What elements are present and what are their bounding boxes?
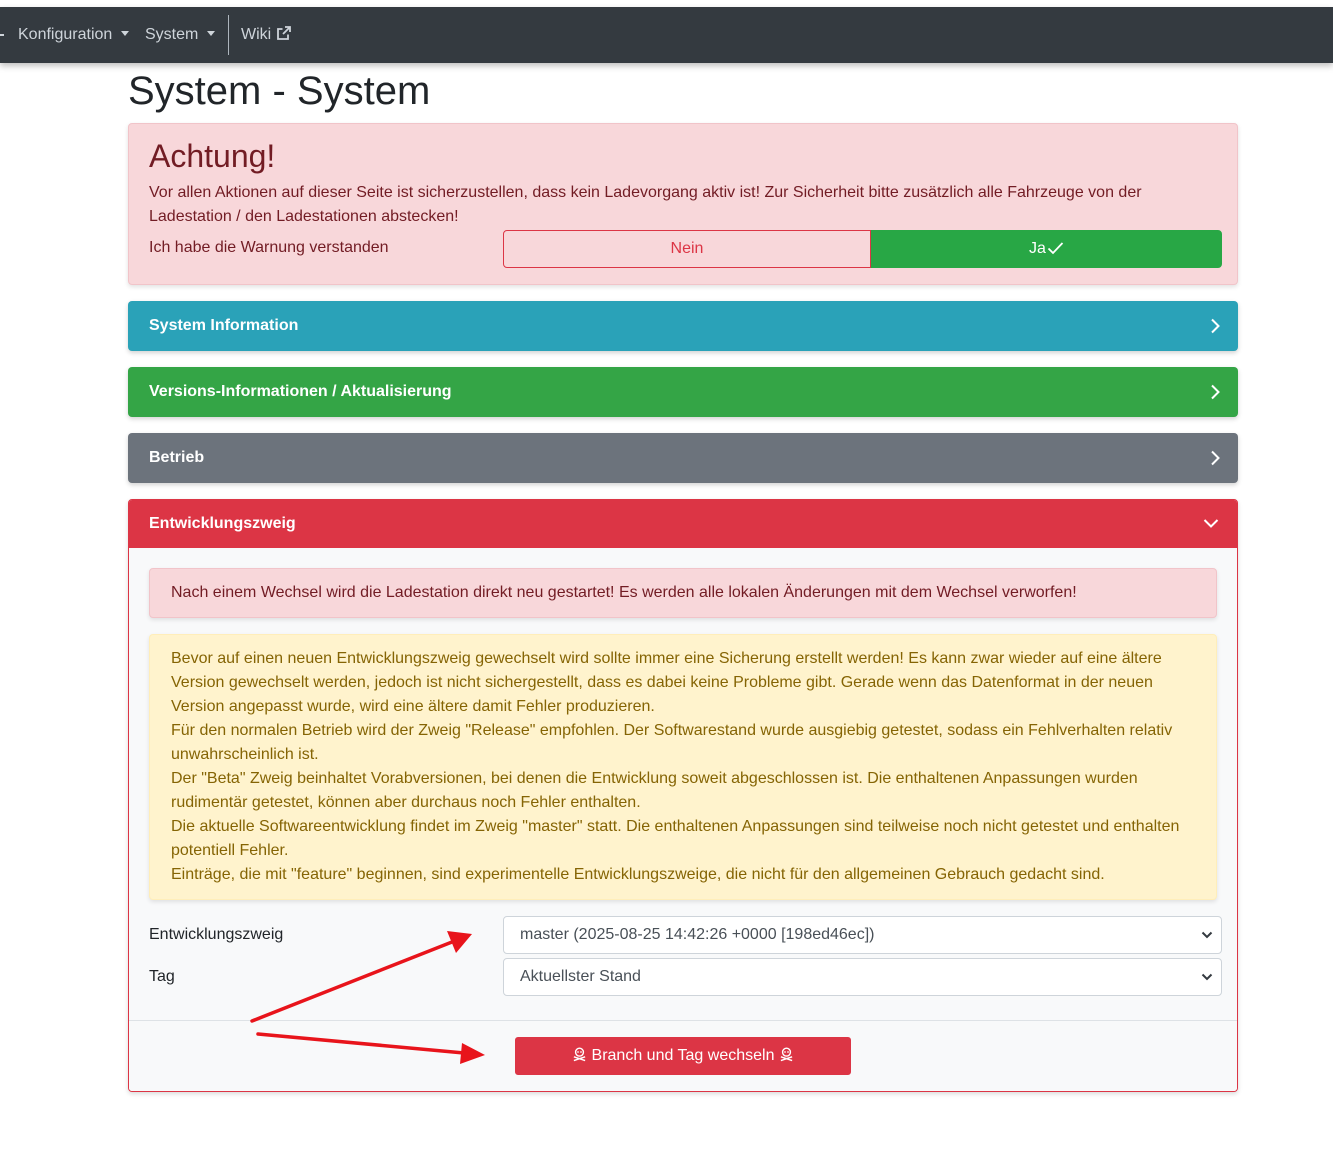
branch-select-value: master (2025-08-25 14:42:26 +0000 [198ed… bbox=[520, 926, 875, 943]
panel-title: Entwicklungszweig bbox=[149, 515, 296, 532]
chevron-right-icon bbox=[1211, 450, 1220, 466]
tag-select[interactable]: Aktuellster Stand bbox=[503, 958, 1222, 996]
chevron-right-icon bbox=[1211, 318, 1220, 334]
nav-system-label: System bbox=[145, 26, 199, 43]
branch-info-alert: Bevor auf einen neuen Entwicklungszweig … bbox=[149, 634, 1217, 900]
branch-info-line: Bevor auf einen neuen Entwicklungszweig … bbox=[171, 650, 1162, 715]
external-link-icon bbox=[276, 26, 291, 40]
nav-system-dropdown[interactable]: System bbox=[145, 7, 216, 63]
branch-info-line: Die aktuelle Softwareentwicklung findet … bbox=[171, 818, 1180, 859]
panel-version-information[interactable]: Versions-Informationen / Aktualisierung bbox=[128, 367, 1238, 417]
nav-wiki-link[interactable]: Wiki bbox=[241, 7, 292, 63]
branch-info-line: Der "Beta" Zweig beinhaltet Vorabversion… bbox=[171, 770, 1138, 811]
top-navbar: Konfiguration System Wiki bbox=[0, 7, 1333, 63]
chevron-down-icon bbox=[1201, 931, 1213, 939]
nav-konfiguration-label: Konfiguration bbox=[18, 26, 113, 43]
branch-info-line: Einträge, die mit "feature" beginnen, si… bbox=[171, 866, 1105, 883]
no-label: Nein bbox=[670, 240, 704, 257]
panel-footer: Branch und Tag wechseln bbox=[129, 1020, 1237, 1091]
acknowledge-yes-button[interactable]: Ja bbox=[871, 230, 1222, 268]
branch-select[interactable]: master (2025-08-25 14:42:26 +0000 [198ed… bbox=[503, 916, 1222, 954]
skull-crossbones-icon bbox=[573, 1047, 586, 1062]
warning-title: Achtung! bbox=[149, 138, 276, 174]
nav-overflow-marker bbox=[0, 34, 4, 36]
restart-danger-text: Nach einem Wechsel wird die Ladestation … bbox=[171, 584, 1077, 601]
panel-entwicklungszweig-header[interactable]: Entwicklungszweig bbox=[129, 500, 1237, 548]
nav-konfiguration-dropdown[interactable]: Konfiguration bbox=[18, 7, 130, 63]
chevron-down-icon bbox=[1203, 519, 1219, 528]
restart-danger-alert: Nach einem Wechsel wird die Ladestation … bbox=[149, 568, 1217, 618]
branch-info-line: Für den normalen Betrieb wird der Zweig … bbox=[171, 722, 1173, 763]
nav-divider bbox=[228, 15, 229, 55]
tag-select-value: Aktuellster Stand bbox=[520, 968, 641, 985]
skull-crossbones-icon bbox=[780, 1047, 793, 1062]
switch-branch-label: Branch und Tag wechseln bbox=[591, 1047, 775, 1064]
chevron-down-icon bbox=[1201, 973, 1213, 981]
caret-down-icon bbox=[121, 31, 130, 36]
chevron-right-icon bbox=[1211, 384, 1220, 400]
tag-select-label: Tag bbox=[149, 968, 175, 985]
panel-betrieb[interactable]: Betrieb bbox=[128, 433, 1238, 483]
yes-label: Ja bbox=[1029, 240, 1046, 257]
panel-title: Versions-Informationen / Aktualisierung bbox=[149, 383, 452, 400]
check-icon bbox=[1047, 242, 1064, 255]
warning-text: Vor allen Aktionen auf dieser Seite ist … bbox=[149, 184, 1142, 225]
panel-title: System Information bbox=[149, 317, 299, 334]
switch-branch-button[interactable]: Branch und Tag wechseln bbox=[515, 1037, 851, 1075]
panel-entwicklungszweig: Entwicklungszweig Nach einem Wechsel wir… bbox=[128, 499, 1238, 1092]
caret-down-icon bbox=[207, 31, 216, 36]
panel-system-information[interactable]: System Information bbox=[128, 301, 1238, 351]
warning-card: Achtung! Vor allen Aktionen auf dieser S… bbox=[128, 123, 1238, 285]
panel-title: Betrieb bbox=[149, 449, 205, 466]
acknowledge-no-button[interactable]: Nein bbox=[503, 230, 871, 268]
page-title: System - System bbox=[128, 69, 431, 113]
branch-select-label: Entwicklungszweig bbox=[149, 926, 284, 943]
nav-wiki-label: Wiki bbox=[241, 26, 272, 43]
acknowledge-label: Ich habe die Warnung verstanden bbox=[149, 239, 389, 256]
